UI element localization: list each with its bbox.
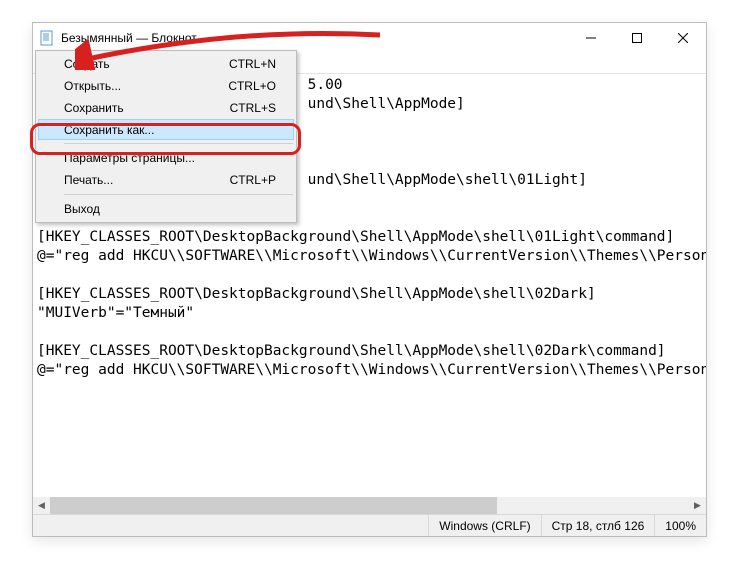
menu-item-new[interactable]: Создать CTRL+N (38, 53, 294, 75)
menu-separator (64, 143, 293, 144)
menu-item-page-setup[interactable]: Параметры страницы... (38, 147, 294, 169)
menu-item-shortcut: CTRL+O (228, 79, 276, 93)
status-position: Стр 18, стлб 126 (541, 515, 655, 536)
menu-item-save[interactable]: Сохранить CTRL+S (38, 97, 294, 119)
file-menu-dropdown: Создать CTRL+N Открыть... CTRL+O Сохрани… (35, 50, 297, 223)
menu-item-save-as[interactable]: Сохранить как... (38, 119, 294, 140)
menu-item-shortcut: CTRL+N (229, 57, 276, 71)
scroll-thumb[interactable] (50, 497, 497, 514)
status-zoom: 100% (654, 515, 706, 536)
menu-item-shortcut: CTRL+P (230, 173, 276, 187)
menu-item-label: Параметры страницы... (64, 151, 276, 165)
scroll-left-icon[interactable]: ◀ (33, 497, 50, 514)
minimize-button[interactable] (568, 23, 614, 53)
notepad-icon (39, 30, 55, 46)
statusbar: Windows (CRLF) Стр 18, стлб 126 100% (33, 514, 706, 536)
window-title: Безымянный — Блокнот (61, 31, 197, 45)
close-button[interactable] (660, 23, 706, 53)
menu-item-label: Создать (64, 57, 229, 71)
horizontal-scrollbar[interactable]: ◀ ▶ (33, 497, 706, 514)
menu-item-print[interactable]: Печать... CTRL+P (38, 169, 294, 191)
menu-item-label: Открыть... (64, 79, 228, 93)
menu-item-label: Сохранить (64, 101, 230, 115)
menu-item-label: Сохранить как... (64, 123, 276, 137)
menu-item-open[interactable]: Открыть... CTRL+O (38, 75, 294, 97)
scroll-right-icon[interactable]: ▶ (689, 497, 706, 514)
menu-item-shortcut: CTRL+S (230, 101, 276, 115)
menu-separator (64, 194, 293, 195)
menu-item-exit[interactable]: Выход (38, 198, 294, 220)
status-eol: Windows (CRLF) (428, 515, 540, 536)
maximize-button[interactable] (614, 23, 660, 53)
menu-item-label: Печать... (64, 173, 230, 187)
scroll-track[interactable] (50, 497, 689, 514)
titlebar: Безымянный — Блокнот (33, 23, 706, 53)
menu-item-label: Выход (64, 202, 276, 216)
